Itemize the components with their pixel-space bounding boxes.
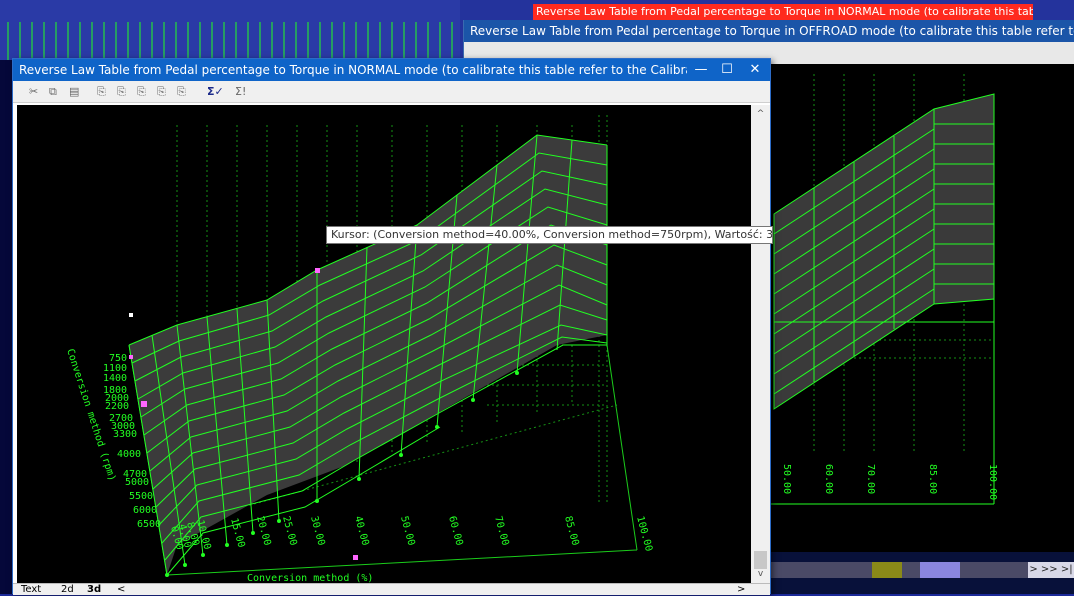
offroad-x-tick: 50.00 (781, 464, 792, 494)
tab-scroll-left-icon[interactable]: < (117, 584, 125, 596)
tab-2d[interactable]: 2d (61, 584, 74, 596)
normal-window-titlebar[interactable]: Reverse Law Table from Pedal percentage … (13, 59, 770, 81)
offroad-x-tick: 100.00 (987, 464, 998, 500)
scroll-down-icon[interactable]: v (751, 569, 770, 579)
x-tick-label: 20.00 (254, 515, 272, 547)
copy-icon[interactable]: ⧉ (49, 84, 57, 100)
vertical-scrollbar[interactable]: ^ v (751, 105, 770, 583)
surface-plot-svg: 750 1100 1400 1800 2000 2200 2700 3000 3… (64, 115, 654, 583)
x-tick-label: 50.00 (398, 515, 416, 547)
x-tick-label: 70.00 (492, 515, 510, 547)
normal-window-title: Reverse Law Table from Pedal percentage … (19, 63, 687, 77)
x-tick-label: 30.00 (308, 515, 326, 547)
cursor-marker (141, 401, 147, 407)
normal-window-toolbar: ✂ ⧉ ▤ ⎘ ⎘ ⎘ ⎘ ⎘ Σ✓ Σ! (13, 81, 770, 103)
x-axis-ticks: 0.00 4.00 8.00 10.00 15.00 20.00 25.00 3… (168, 515, 654, 553)
x-tick-label: 85.00 (562, 515, 580, 547)
scroll-up-icon[interactable]: ^ (751, 109, 770, 119)
cursor-marker (353, 555, 358, 560)
surface-fill (129, 135, 607, 575)
background-pattern (7, 22, 453, 60)
offroad-x-tick: 70.00 (865, 464, 876, 494)
cursor-marker (129, 355, 133, 359)
y-tick-label: 4000 (117, 449, 141, 460)
timeline-segment-purple (920, 562, 960, 578)
timeline-segment-yellow (872, 562, 902, 578)
minimize-button[interactable]: — (687, 59, 715, 81)
offroad-window-titlebar[interactable]: Reverse Law Table from Pedal percentage … (464, 20, 1074, 42)
normal-table-window[interactable]: Reverse Law Table from Pedal percentage … (12, 58, 771, 595)
y-tick-label: 3300 (113, 429, 137, 440)
surface-plot-area[interactable]: 750 1100 1400 1800 2000 2200 2700 3000 3… (17, 105, 751, 583)
background-panel-strip (0, 0, 460, 60)
y-tick-label: 5000 (125, 477, 149, 488)
x-tick-label: 60.00 (446, 515, 464, 547)
sigma-check-icon[interactable]: Σ✓ (207, 84, 224, 100)
scroll-thumb[interactable] (754, 551, 767, 569)
cut-icon[interactable]: ✂ (29, 84, 38, 100)
close-button[interactable]: ✕ (741, 59, 769, 81)
cursor-marker (315, 268, 320, 273)
x-tick-label: 40.00 (352, 515, 370, 547)
y-tick-label: 5500 (129, 491, 153, 502)
y-tick-label: 6000 (133, 505, 157, 516)
y-tick-label: 6500 (137, 519, 161, 530)
highlighted-window-title[interactable]: Reverse Law Table from Pedal percentage … (533, 4, 1033, 20)
offroad-x-tick: 85.00 (927, 464, 938, 494)
offroad-x-tick: 60.00 (823, 464, 834, 494)
delete-row-icon[interactable]: ⎘ (137, 84, 146, 100)
y-tick-label: 2200 (105, 401, 129, 412)
x-axis-label: Conversion method (%) (247, 573, 373, 583)
cursor-tooltip: Kursor: (Conversion method=40.00%, Conve… (326, 226, 773, 244)
y-tick-label: 1400 (103, 373, 127, 384)
tab-text[interactable]: Text (21, 584, 41, 596)
tab-3d[interactable]: 3d (87, 584, 101, 596)
timeline-nav-buttons[interactable]: > >> >| (1028, 562, 1074, 578)
offroad-window-title: Reverse Law Table from Pedal percentage … (470, 24, 1074, 38)
delete-column-icon[interactable]: ⎘ (157, 84, 166, 100)
paste-icon[interactable]: ▤ (69, 84, 79, 100)
insert-row-icon[interactable]: ⎘ (97, 84, 106, 100)
view-tabbar: Text 2d 3d < > (13, 583, 770, 595)
cursor-marker (129, 313, 133, 317)
background-status-area: > >> >| (770, 552, 1074, 594)
insert-column-icon[interactable]: ⎘ (117, 84, 126, 100)
sigma-icon[interactable]: Σ! (235, 84, 246, 100)
x-tick-label: 15.00 (228, 517, 246, 549)
duplicate-icon[interactable]: ⎘ (177, 84, 186, 100)
x-tick-label: 100.00 (634, 515, 654, 553)
tab-scroll-right-icon[interactable]: > (737, 584, 745, 596)
x-tick-label: 25.00 (280, 515, 298, 547)
maximize-button[interactable]: ☐ (713, 59, 741, 81)
